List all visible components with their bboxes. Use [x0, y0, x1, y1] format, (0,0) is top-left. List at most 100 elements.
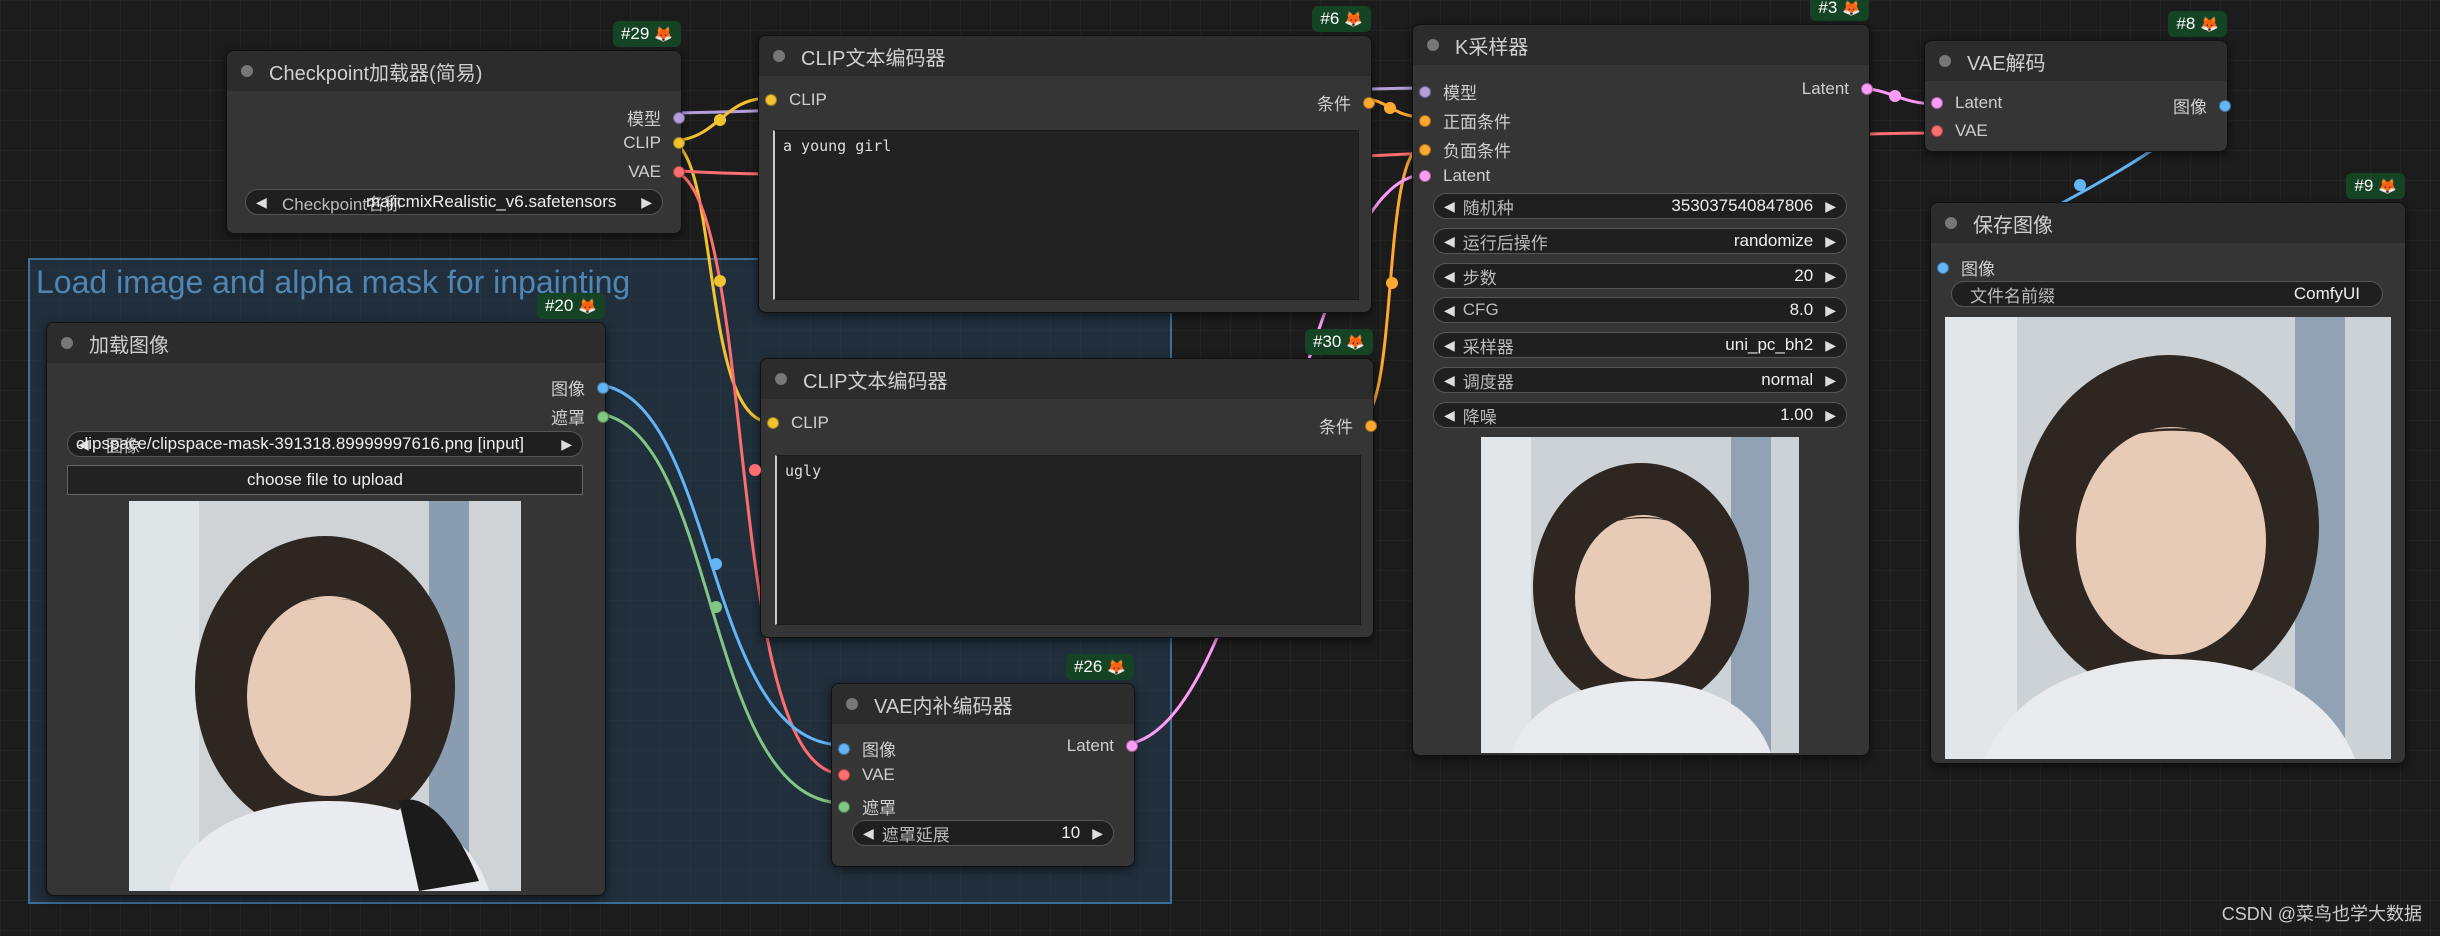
input-positive[interactable]: 正面条件 — [1419, 108, 1511, 133]
ckpt-name-combo[interactable]: ◀ Checkpoint名称 majicmixRealistic_v6.safe… — [245, 189, 663, 215]
output-image[interactable]: 图像 — [551, 375, 609, 400]
clip-text-encode-negative-node[interactable]: #30 🦊 CLIP文本编码器 CLIP 条件 ugly — [760, 329, 1377, 638]
output-image[interactable]: 图像 — [2173, 93, 2231, 118]
wire-midpoint-dot — [1384, 102, 1396, 114]
seed-widget[interactable]: ◀ 随机种 353037540847806 ▶ — [1433, 193, 1847, 219]
ksampler-node[interactable]: #3 🦊 K采样器 模型 正面条件 负面条件 Latent Latent ◀ 随机种… — [1412, 0, 1873, 756]
node-header[interactable]: Checkpoint加载器(简易) — [227, 51, 681, 91]
filename-prefix-input[interactable]: 文件名前缀 ComfyUI — [1951, 281, 2383, 307]
node-header[interactable]: CLIP文本编码器 — [759, 36, 1371, 76]
node-title: CLIP文本编码器 — [803, 370, 948, 393]
choose-file-button[interactable]: choose file to upload — [67, 465, 583, 495]
grow-mask-by-widget[interactable]: ◀ 遮罩延展 10 ▶ — [852, 820, 1114, 846]
output-latent[interactable]: Latent — [1802, 79, 1873, 99]
prompt-textarea[interactable]: ugly — [775, 455, 1361, 625]
input-label: 模型 — [1443, 84, 1477, 103]
slot-icon — [1419, 143, 1431, 156]
node-header[interactable]: 保存图像 — [1931, 203, 2405, 243]
image-file-combo[interactable]: ◀ 图像 clipspace/clipspace-mask-391318.899… — [67, 431, 583, 457]
node-header[interactable]: VAE内补编码器 — [832, 684, 1134, 724]
collapse-dot-icon — [773, 50, 785, 62]
input-image[interactable]: 图像 — [838, 736, 896, 761]
widget-value: 1.00 — [1780, 405, 1814, 424]
prompt-textarea[interactable]: a young girl — [773, 130, 1359, 300]
widget-label: 随机种 — [1462, 198, 1514, 218]
slot-icon — [673, 137, 685, 149]
load-image-node[interactable]: #20 🦊 加载图像 图像 遮罩 ◀ 图像 clipspace/clipspace… — [46, 293, 609, 896]
input-mask[interactable]: 遮罩 — [838, 794, 896, 819]
output-conditioning[interactable]: 条件 — [1317, 90, 1375, 115]
slot-icon — [597, 381, 609, 394]
arrow-right-icon: ▶ — [1825, 301, 1836, 318]
scheduler-widget[interactable]: ◀ 调度器 normal ▶ — [1433, 367, 1847, 393]
slot-icon — [1937, 261, 1949, 274]
collapse-dot-icon — [1427, 39, 1439, 51]
fox-icon: 🦊 — [1344, 11, 1363, 28]
wire-midpoint-dot — [714, 114, 726, 126]
node-id-badge: #8 🦊 — [2168, 11, 2227, 37]
node-header[interactable]: 加载图像 — [47, 323, 605, 363]
node-title: K采样器 — [1455, 36, 1529, 59]
node-id-badge: #9 🦊 — [2346, 173, 2405, 199]
node-title: 加载图像 — [89, 334, 169, 357]
widget-value: 20 — [1794, 266, 1814, 285]
output-latent[interactable]: Latent — [1067, 736, 1138, 756]
output-label: Latent — [1066, 736, 1114, 755]
node-id-badge: #29 🦊 — [612, 21, 681, 47]
arrow-right-icon: ▶ — [1825, 197, 1836, 214]
input-vae[interactable]: VAE — [838, 765, 895, 785]
widget-value: 353037540847806 — [1671, 196, 1814, 215]
slot-icon — [1363, 96, 1375, 109]
input-clip[interactable]: CLIP — [765, 90, 827, 110]
output-vae[interactable]: VAE — [628, 162, 685, 182]
input-vae[interactable]: VAE — [1931, 121, 1988, 141]
input-model[interactable]: 模型 — [1419, 79, 1477, 104]
node-header[interactable]: VAE解码 — [1925, 41, 2227, 81]
arrow-left-icon: ◀ — [1444, 336, 1455, 353]
output-model[interactable]: 模型 — [627, 105, 685, 130]
output-label: 遮罩 — [551, 409, 585, 428]
node-header[interactable]: K采样器 — [1413, 25, 1869, 65]
widget-label: 运行后操作 — [1462, 233, 1548, 253]
widget-value: majicmixRealistic_v6.safetensors — [366, 192, 617, 211]
input-latent[interactable]: Latent — [1931, 93, 2002, 113]
input-latent[interactable]: Latent — [1419, 166, 1490, 186]
widget-label: CFG — [1462, 300, 1499, 319]
widget-value: clipspace/clipspace-mask-391318.89999997… — [76, 434, 524, 453]
arrow-right-icon: ▶ — [1092, 824, 1103, 841]
cfg-widget[interactable]: ◀ CFG 8.0 ▶ — [1433, 297, 1847, 323]
node-id-badge: #20 🦊 — [536, 293, 605, 319]
input-label: CLIP — [791, 413, 829, 432]
wire-midpoint-dot — [1386, 277, 1398, 289]
node-title: Checkpoint加载器(简易) — [269, 62, 483, 85]
node-title: CLIP文本编码器 — [801, 47, 946, 70]
node-title: VAE解码 — [1967, 52, 2046, 75]
sampler-name-widget[interactable]: ◀ 采样器 uni_pc_bh2 ▶ — [1433, 332, 1847, 358]
input-negative[interactable]: 负面条件 — [1419, 137, 1511, 162]
output-clip[interactable]: CLIP — [623, 133, 685, 153]
control-after-generate-widget[interactable]: ◀ 运行后操作 randomize ▶ — [1433, 228, 1847, 254]
vae-decode-node[interactable]: #8 🦊 VAE解码 Latent VAE 图像 — [1924, 11, 2231, 152]
clip-text-encode-positive-node[interactable]: #6 🦊 CLIP文本编码器 CLIP 条件 a young girl — [758, 6, 1375, 313]
input-label: CLIP — [789, 90, 827, 109]
output-mask[interactable]: 遮罩 — [551, 404, 609, 429]
arrow-left-icon: ◀ — [1444, 406, 1455, 423]
output-conditioning[interactable]: 条件 — [1319, 413, 1377, 438]
input-image[interactable]: 图像 — [1937, 255, 1995, 280]
save-image-node[interactable]: #9 🦊 保存图像 图像 文件名前缀 ComfyUI — [1930, 173, 2406, 764]
fox-icon: 🦊 — [1842, 0, 1861, 17]
steps-widget[interactable]: ◀ 步数 20 ▶ — [1433, 263, 1847, 289]
input-clip[interactable]: CLIP — [767, 413, 829, 433]
fox-icon: 🦊 — [2378, 178, 2397, 195]
vae-inpaint-encoder-node[interactable]: #26 🦊 VAE内补编码器 图像 VAE 遮罩 Latent ◀ 遮罩延展 10… — [831, 654, 1138, 867]
slot-icon — [673, 166, 685, 178]
output-label: Latent — [1801, 79, 1849, 98]
checkpoint-loader-node[interactable]: #29 🦊 Checkpoint加载器(简易) 模型 CLIP VAE ◀ Che… — [226, 21, 685, 234]
slot-icon — [1126, 740, 1138, 752]
slot-icon — [765, 94, 777, 106]
denoise-widget[interactable]: ◀ 降噪 1.00 ▶ — [1433, 402, 1847, 428]
node-header[interactable]: CLIP文本编码器 — [761, 359, 1373, 399]
arrow-right-icon: ▶ — [1825, 267, 1836, 284]
slot-icon — [1365, 419, 1377, 432]
wire-midpoint-dot — [1889, 90, 1901, 102]
